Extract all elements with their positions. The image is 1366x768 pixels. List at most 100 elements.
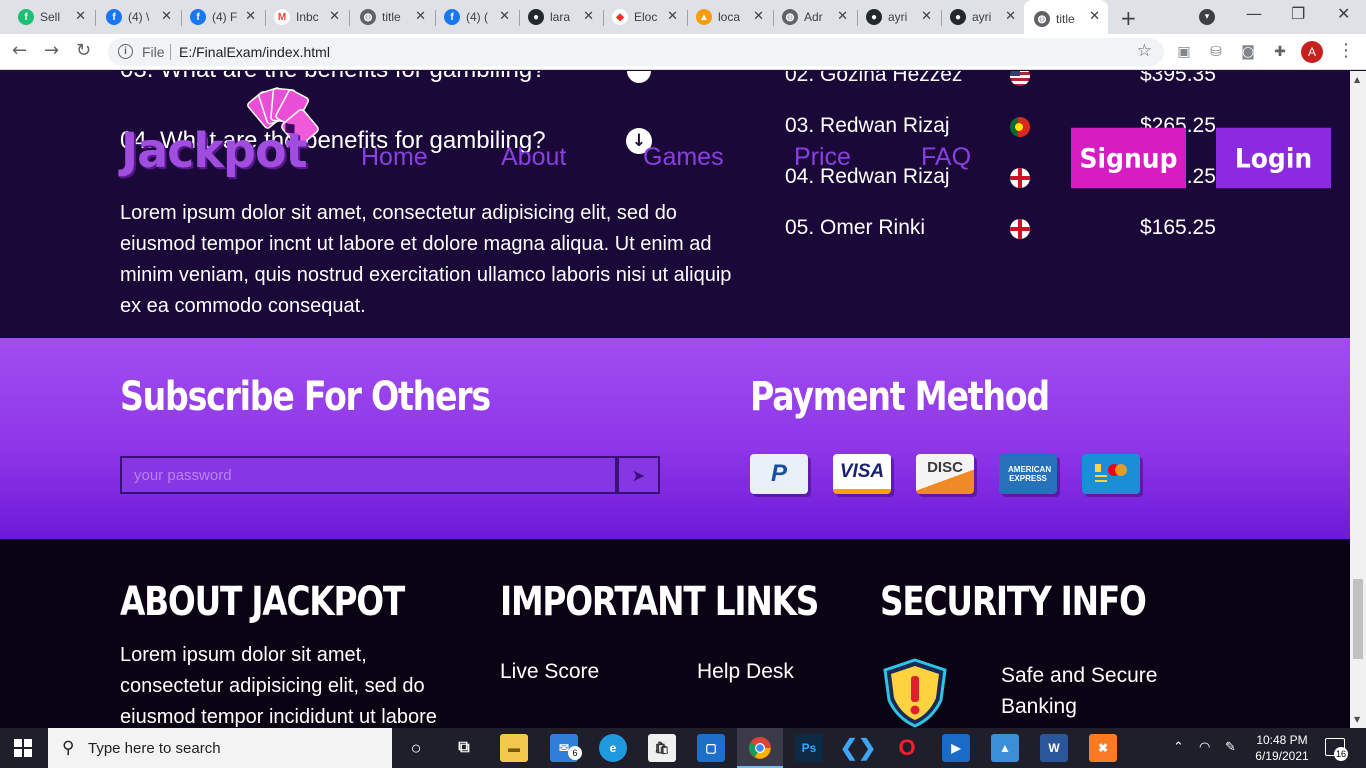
tab-facebook-2[interactable]: f (4) F ✕: [180, 4, 264, 30]
tab-laravel[interactable]: ◆ Eloc ✕: [602, 4, 686, 30]
scroll-down-icon[interactable]: ▼: [1354, 715, 1360, 724]
tab-label: title: [1056, 12, 1075, 26]
footer-link-live-score[interactable]: Live Score: [500, 660, 599, 684]
browser-toolbar: ← → ↻ i File E:/FinalExam/index.html ☆: [0, 34, 1366, 70]
tab-github-1[interactable]: ● lara ✕: [518, 4, 602, 30]
taskbar-search[interactable]: ⚲ Type here to search: [48, 728, 392, 768]
close-icon[interactable]: ✕: [245, 8, 256, 24]
store-icon[interactable]: 🛍: [648, 734, 676, 762]
forward-icon[interactable]: →: [44, 40, 59, 61]
paper-plane-icon[interactable]: ➤: [617, 456, 660, 494]
chevron-up-icon[interactable]: ⌃: [1173, 740, 1184, 755]
profile-avatar[interactable]: A: [1301, 41, 1323, 63]
scroll-up-icon[interactable]: ▲: [1354, 75, 1360, 84]
close-icon[interactable]: ✕: [753, 8, 764, 24]
fiverr-icon: f: [18, 9, 34, 25]
minimize-icon[interactable]: —: [1246, 4, 1262, 23]
tab-phpmyadmin[interactable]: ▲ loca ✕: [686, 4, 772, 30]
new-tab-button[interactable]: +: [1120, 6, 1137, 30]
chevron-down-icon[interactable]: [627, 71, 651, 83]
chrome-icon[interactable]: [746, 734, 774, 762]
tab-label: ayri: [972, 10, 992, 24]
reload-icon[interactable]: ↻: [76, 40, 91, 61]
pen-icon[interactable]: ✎: [1225, 740, 1236, 755]
payment-title: Payment Method: [750, 374, 1050, 420]
close-icon[interactable]: ✕: [667, 8, 678, 24]
photos-icon[interactable]: ▲: [991, 734, 1019, 762]
windows-start-icon[interactable]: [14, 739, 32, 757]
close-icon[interactable]: ✕: [921, 8, 932, 24]
bookmark-star-icon[interactable]: ☆: [1137, 41, 1152, 61]
menu-icon[interactable]: ⋮: [1337, 40, 1355, 61]
faq-answer: Lorem ipsum dolor sit amet, consectetur …: [120, 202, 732, 317]
cortana-icon[interactable]: ○: [402, 734, 430, 762]
tab-label: Eloc: [634, 10, 658, 24]
tab-title-active[interactable]: ◍ title ✕: [1024, 0, 1108, 34]
onenote-icon[interactable]: ▢: [697, 734, 725, 762]
xampp-icon[interactable]: ✖: [1089, 734, 1117, 762]
close-icon[interactable]: ✕: [75, 8, 86, 24]
tab-fiverr[interactable]: f Sell ✕: [8, 4, 94, 30]
tab-gmail[interactable]: M Inbc ✕: [264, 4, 348, 30]
maximize-icon[interactable]: ❐: [1291, 4, 1305, 23]
subscribe-input[interactable]: [120, 456, 617, 494]
back-icon[interactable]: ←: [12, 40, 27, 61]
close-icon[interactable]: ✕: [1005, 8, 1016, 24]
media-player-icon[interactable]: ▶: [942, 734, 970, 762]
laravel-icon: ◆: [612, 9, 628, 25]
signup-button[interactable]: Signup: [1071, 127, 1186, 189]
word-icon[interactable]: W: [1040, 734, 1068, 762]
puzzle-icon[interactable]: ✚: [1271, 43, 1289, 61]
tab-facebook-1[interactable]: f (4) \ ✕: [96, 4, 180, 30]
edge-icon[interactable]: e: [599, 734, 627, 762]
photoshop-icon[interactable]: Ps: [795, 734, 823, 762]
opera-icon[interactable]: O: [893, 734, 921, 762]
player-name: 02. Gozina Hezzez: [785, 71, 963, 86]
close-icon[interactable]: ✕: [415, 8, 426, 24]
close-icon[interactable]: ✕: [161, 8, 172, 24]
faq-question-partial[interactable]: 03. What are the benefits for gambiling?: [120, 71, 546, 84]
clock-time: 10:48 PM: [1256, 733, 1308, 747]
scrollbar-thumb[interactable]: [1353, 579, 1363, 659]
footer-link-help-desk[interactable]: Help Desk: [697, 660, 794, 684]
shield-warning-icon: [883, 658, 947, 728]
footer-links-title: IMPORTANT LINKS: [500, 579, 819, 625]
close-icon[interactable]: ✕: [837, 8, 848, 24]
england-flag-icon: [1010, 168, 1030, 188]
tab-search-icon[interactable]: ▾: [1199, 9, 1215, 25]
tab-github-3[interactable]: ● ayri ✕: [940, 4, 1024, 30]
file-explorer-icon[interactable]: ▬: [500, 734, 528, 762]
nav-price[interactable]: Price: [794, 143, 851, 172]
nav-faq[interactable]: FAQ: [921, 143, 971, 172]
extension-icon[interactable]: ⛁: [1207, 43, 1225, 61]
close-icon[interactable]: ✕: [329, 8, 340, 24]
tab-title-1[interactable]: ◍ title ✕: [350, 4, 434, 30]
faq-question[interactable]: 04. What are the benefits for gambiling?: [120, 127, 546, 155]
task-view-icon[interactable]: ⧉: [450, 734, 478, 762]
vscode-icon[interactable]: ❮❯: [840, 734, 877, 762]
url-text[interactable]: E:/FinalExam/index.html: [179, 44, 330, 60]
wifi-icon[interactable]: ◠: [1199, 740, 1210, 755]
player-name: 03. Redwan Rizaj: [785, 114, 950, 137]
nav-home[interactable]: Home: [361, 143, 428, 172]
taskbar-clock[interactable]: 10:48 PM 6/19/2021: [1252, 732, 1312, 764]
nav-games[interactable]: Games: [643, 143, 724, 172]
close-window-icon[interactable]: ✕: [1337, 4, 1350, 23]
nav-about[interactable]: About: [501, 143, 566, 172]
tab-github-2[interactable]: ● ayri ✕: [856, 4, 940, 30]
pdf-extension-icon[interactable]: ▣: [1175, 43, 1193, 61]
tab-admin[interactable]: ◍ Adr ✕: [772, 4, 856, 30]
page-scrollbar[interactable]: ▲ ▼: [1350, 71, 1366, 728]
camera-icon[interactable]: ◙: [1239, 43, 1257, 61]
close-icon[interactable]: ✕: [583, 8, 594, 24]
search-placeholder: Type here to search: [88, 740, 221, 757]
address-bar[interactable]: i File E:/FinalExam/index.html ☆: [108, 38, 1164, 66]
footer-about-text: Lorem ipsum dolor sit amet, consectetur …: [120, 644, 437, 728]
login-button[interactable]: Login: [1216, 127, 1331, 189]
close-icon[interactable]: ✕: [1089, 8, 1100, 24]
info-icon[interactable]: i: [118, 44, 133, 59]
globe-icon: ◍: [360, 9, 376, 25]
close-icon[interactable]: ✕: [499, 8, 510, 24]
tab-facebook-3[interactable]: f (4) ( ✕: [434, 4, 518, 30]
amex-icon: AMERICAN EXPRESS: [999, 454, 1057, 494]
